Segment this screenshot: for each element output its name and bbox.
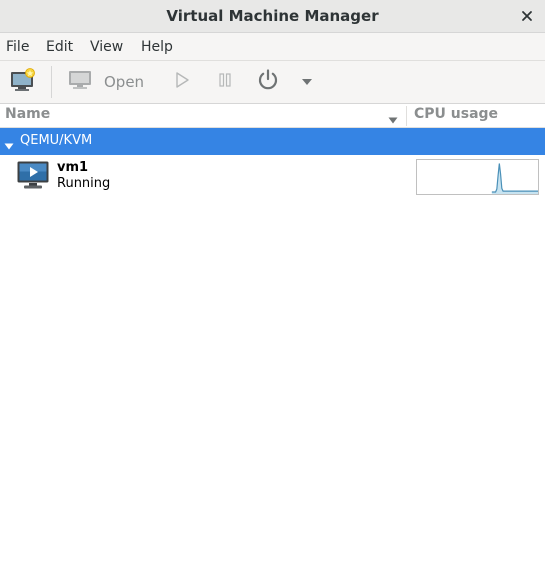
monitor-icon (68, 69, 92, 95)
new-vm-button[interactable] (6, 66, 40, 98)
cpu-usage-graph (416, 159, 539, 195)
menu-file[interactable]: File (6, 39, 29, 55)
vm-row[interactable]: vm1 Running (0, 155, 545, 199)
open-label[interactable]: Open (104, 73, 144, 91)
column-cpu-header[interactable]: CPU usage (414, 106, 498, 122)
power-icon (256, 68, 280, 96)
toolbar: Open (0, 61, 545, 104)
column-name-header[interactable]: Name (5, 106, 50, 122)
menu-edit[interactable]: Edit (46, 39, 73, 55)
connection-row[interactable]: QEMU/KVM (0, 128, 545, 155)
app-window: Virtual Machine Manager File Edit View H… (0, 0, 545, 582)
menu-bar: File Edit View Help (0, 33, 545, 61)
open-button[interactable] (66, 66, 94, 98)
pause-button[interactable] (211, 66, 239, 98)
shutdown-menu-button[interactable] (296, 66, 318, 98)
new-vm-icon (10, 68, 36, 96)
shutdown-button[interactable] (253, 66, 283, 98)
pause-icon (217, 72, 233, 92)
toolbar-separator (51, 66, 52, 98)
close-icon[interactable] (517, 6, 537, 26)
column-header: Name CPU usage (0, 104, 545, 128)
vm-name: vm1 (57, 160, 89, 175)
run-button[interactable] (168, 66, 196, 98)
vm-status: Running (57, 176, 111, 191)
play-icon (174, 71, 190, 93)
chevron-down-icon (301, 74, 313, 90)
expander-icon[interactable] (4, 138, 14, 154)
menu-help[interactable]: Help (141, 39, 173, 55)
connection-label: QEMU/KVM (20, 133, 93, 148)
column-divider[interactable] (406, 106, 407, 126)
vm-running-icon (17, 161, 49, 193)
cpu-sparkline (491, 163, 538, 194)
sort-descending-icon[interactable] (388, 112, 398, 128)
menu-view[interactable]: View (90, 39, 123, 55)
title-bar[interactable]: Virtual Machine Manager (0, 0, 545, 33)
window-title: Virtual Machine Manager (166, 7, 379, 25)
